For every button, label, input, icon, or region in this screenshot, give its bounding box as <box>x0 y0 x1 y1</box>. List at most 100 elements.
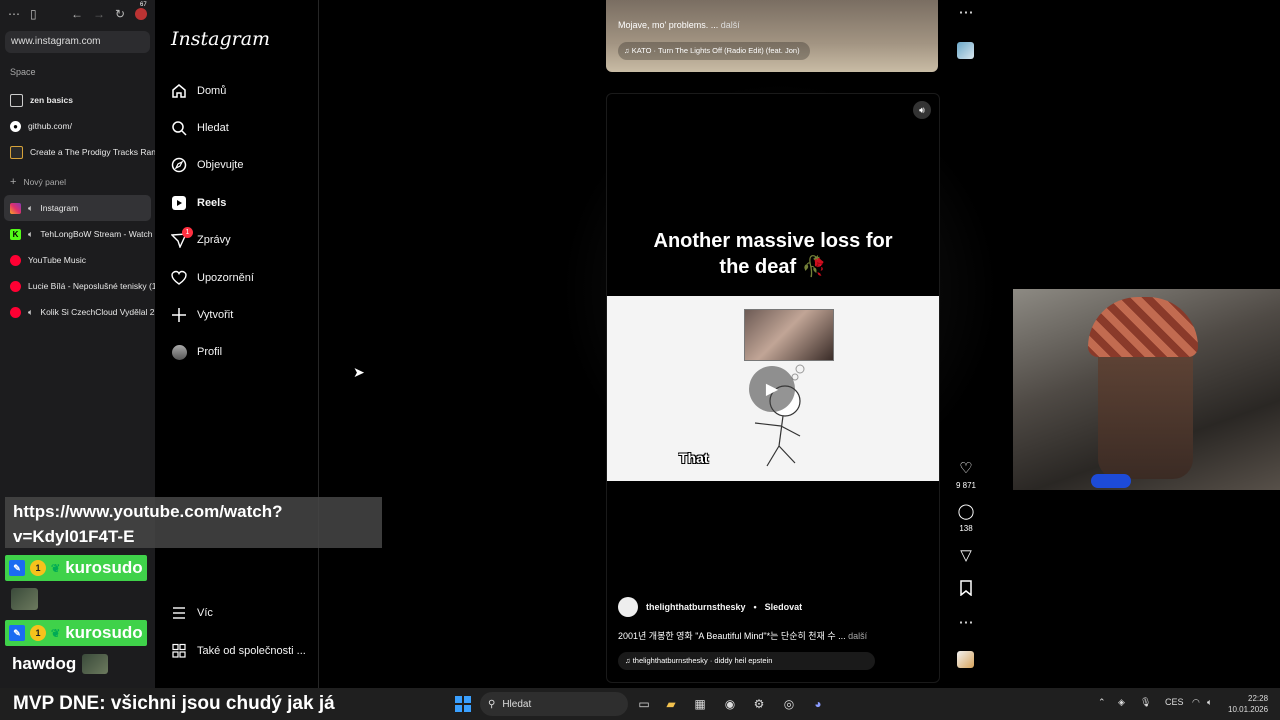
author-name[interactable]: thelighthatburnsthesky <box>646 602 746 612</box>
more-options-icon[interactable]: ⋯ <box>955 3 977 21</box>
reel-video[interactable]: ▶ That <box>607 296 939 481</box>
prev-music-chip[interactable]: ♫ KATO · Turn The Lights Off (Radio Edit… <box>618 42 810 60</box>
youtube-icon <box>10 280 21 292</box>
like-count: 9 871 <box>955 481 977 490</box>
tab-label: Lucie Bílá - Neposlušné tenisky (1 <box>28 281 155 291</box>
reel-actions: ⋯ ♡ 9 871 ◯ 138 ▽ ⋯ <box>955 0 977 688</box>
reel-music-chip[interactable]: ♫ thelighthatburnsthesky · diddy heil ep… <box>618 652 875 670</box>
nav-also-from-meta[interactable]: Také od společnosti ... <box>171 643 306 659</box>
share-icon[interactable]: ▽ <box>955 546 977 564</box>
nav-label: Upozornění <box>197 272 254 284</box>
author-avatar[interactable] <box>618 597 638 617</box>
reel-author[interactable]: thelighthatburnsthesky • Sledovat <box>618 597 802 617</box>
microphone-icon[interactable]: 🎙︎ <box>1140 697 1151 708</box>
tray-chevron-icon[interactable]: ⌃ <box>1098 697 1106 708</box>
discord-icon[interactable]: ◕ <box>810 696 826 712</box>
audio-thumbnail[interactable] <box>957 651 974 668</box>
chat-emote <box>11 588 38 610</box>
tab-instagram[interactable]: 🔈︎ Instagram <box>4 195 151 221</box>
speaker-icon: 🔈︎ <box>28 306 34 317</box>
new-panel-button[interactable]: + Nový panel <box>0 169 155 195</box>
mouse-cursor-icon: ➤ <box>353 364 365 380</box>
nav-explore[interactable]: Objevujte <box>171 157 243 173</box>
more-link[interactable]: další <box>721 20 740 30</box>
task-view-icon[interactable]: ▭ <box>636 696 652 712</box>
nav-search[interactable]: Hledat <box>171 120 229 136</box>
reload-icon[interactable]: ↻ <box>115 7 125 21</box>
browser-toolbar: ⋯ ▯ ← → ↻ 67 <box>0 0 155 28</box>
youtube-music-icon <box>10 254 21 266</box>
tray-app-icon[interactable]: ◈ <box>1118 697 1125 708</box>
new-panel-label: Nový panel <box>23 177 66 187</box>
like-icon[interactable]: ♡ <box>955 459 977 477</box>
nav-label: Domů <box>197 85 227 97</box>
extension-badge[interactable]: 67 <box>135 2 147 20</box>
windows-start-icon[interactable] <box>455 696 471 712</box>
play-icon[interactable]: ▶ <box>749 366 795 412</box>
tab-label: Instagram <box>40 203 79 213</box>
tab-youtube-music[interactable]: YouTube Music <box>0 247 155 273</box>
plus-icon <box>171 307 187 323</box>
pinned-tab-github[interactable]: ● github.com/ <box>0 113 155 139</box>
more-options-icon[interactable]: ⋯ <box>955 613 977 631</box>
wifi-icon[interactable]: ◠ <box>1192 697 1200 708</box>
tab-lucie-bila[interactable]: Lucie Bílá - Neposlušné tenisky (1 <box>0 273 155 299</box>
mvp-overlay-text: MVP DNE: všichni jsou chudý jak já <box>13 693 335 714</box>
volume-icon[interactable]: 🔊︎ <box>913 101 931 119</box>
tab-label: Create a The Prodigy Tracks Rank <box>30 147 155 157</box>
comment-icon[interactable]: ◯ <box>955 502 977 520</box>
menu-dots-icon[interactable]: ⋯ <box>8 7 20 21</box>
tab-label: TehLongBoW Stream - Watch <box>40 229 153 239</box>
taskbar-search[interactable]: ⚲ Hledat <box>480 692 628 716</box>
prev-audio-thumbnail[interactable] <box>957 42 974 59</box>
url-bar[interactable]: www.instagram.com <box>5 31 150 53</box>
back-icon[interactable]: ← <box>71 7 83 21</box>
chat-message: ✎ 1 ❦ kurosudo <box>5 620 147 646</box>
previous-reel[interactable]: Mojave, mo' problems. ... další ♫ KATO ·… <box>606 0 938 72</box>
system-clock[interactable]: 22:28 10.01.2026 <box>1228 693 1268 715</box>
nav-create[interactable]: Vytvořit <box>171 307 233 323</box>
file-explorer-icon[interactable]: ▰ <box>663 696 679 712</box>
sidebar-toggle-icon[interactable]: ▯ <box>30 7 37 21</box>
nav-reels[interactable]: Reels <box>171 195 226 211</box>
plus-icon: + <box>10 176 17 188</box>
level-badge: 1 <box>30 560 46 576</box>
obs-icon[interactable]: ◎ <box>781 696 797 712</box>
nav-notifications[interactable]: Upozornění <box>171 270 254 286</box>
nav-more[interactable]: Víc <box>171 605 213 621</box>
nav-home[interactable]: Domů <box>171 83 226 99</box>
store-icon[interactable]: ▦ <box>692 696 708 712</box>
home-icon <box>171 83 187 99</box>
nav-label: Profil <box>197 346 223 358</box>
volume-icon[interactable]: 🔈︎ <box>1207 697 1212 708</box>
app-icon <box>10 145 23 159</box>
space-label: Space <box>10 67 36 77</box>
pinned-tab-prodigy[interactable]: Create a The Prodigy Tracks Rank <box>0 139 155 165</box>
nav-label: Víc <box>197 607 213 619</box>
instagram-logo[interactable]: Instagram <box>171 28 270 50</box>
profile-avatar <box>171 344 187 360</box>
nav-profile[interactable]: Profil <box>171 344 222 360</box>
follow-button[interactable]: Sledovat <box>765 602 803 612</box>
settings-icon[interactable]: ⚙ <box>751 696 767 712</box>
current-reel[interactable]: 🔊︎ Another massive loss for the deaf 🥀 ▶… <box>606 93 940 683</box>
browser-icon[interactable]: ◉ <box>722 696 738 712</box>
badge-icon: ✎ <box>9 560 25 576</box>
folder-icon <box>10 93 23 107</box>
language-indicator[interactable]: CES <box>1165 697 1184 707</box>
chat-username: kurosudo <box>65 623 143 642</box>
taskbar: MVP DNE: všichni jsou chudý jak já ⚲ Hle… <box>0 688 1280 720</box>
save-icon[interactable] <box>955 580 977 600</box>
webcam-feed <box>1013 289 1280 490</box>
tab-kick-stream[interactable]: K 🔈︎ TehLongBoW Stream - Watch <box>0 221 155 247</box>
music-note-icon: ♫ <box>624 46 632 55</box>
nav-messages[interactable]: 1 Zprávy <box>171 227 231 248</box>
hamburger-icon <box>171 605 187 621</box>
speaker-icon: 🔈︎ <box>28 228 34 239</box>
tab-label: zen basics <box>30 95 73 105</box>
prev-caption: Mojave, mo' problems. ... další <box>618 20 740 30</box>
pinned-tab-zen-basics[interactable]: zen basics <box>0 87 155 113</box>
more-link[interactable]: další <box>848 631 867 641</box>
forward-icon[interactable]: → <box>93 7 105 21</box>
tab-czechcloud[interactable]: 🔈︎ Kolik Si CzechCloud Vydělal 2 <box>0 299 155 325</box>
